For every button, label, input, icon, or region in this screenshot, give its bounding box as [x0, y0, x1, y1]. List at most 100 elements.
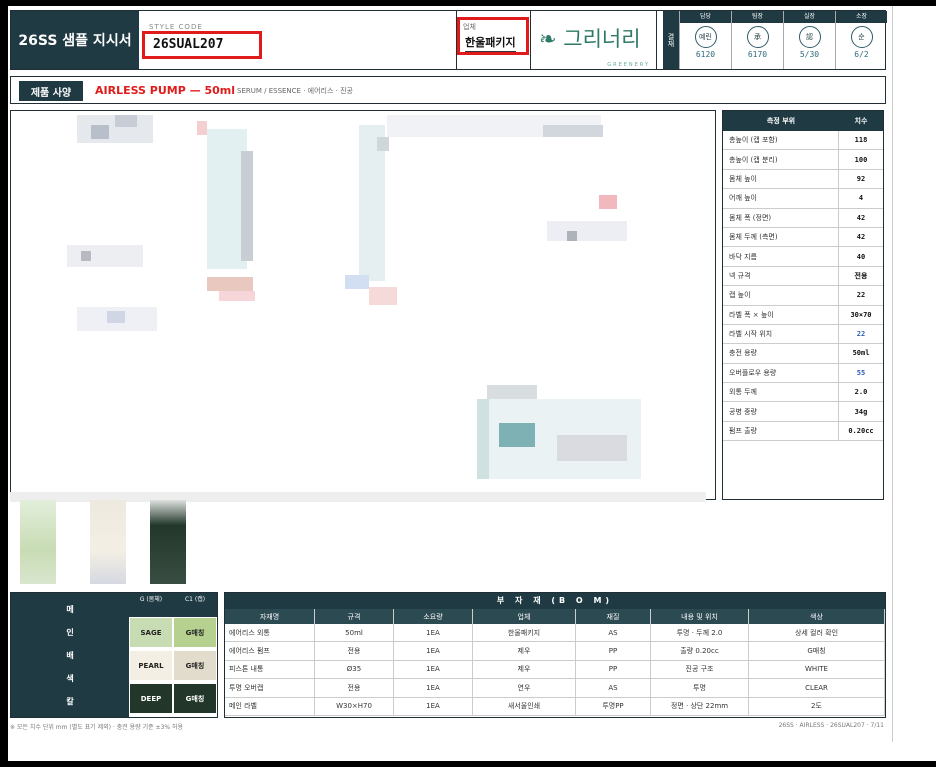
measurement-name: 총높이 (캡 분리) — [723, 150, 839, 169]
approval-date: 6170 — [747, 50, 768, 59]
measurement-name: 캡 높이 — [723, 286, 839, 305]
measurement-head-value: 치수 — [854, 117, 868, 125]
color-cell-g: PEARL — [129, 650, 173, 681]
measurement-row: 넥 규격 전용 — [723, 266, 883, 287]
bom-cell: 진공 구조 — [651, 660, 749, 679]
page-right-edge — [892, 6, 936, 761]
bom-cell: 1EA — [394, 624, 473, 642]
color-cell-c1: G매칭 — [173, 617, 217, 648]
measurement-row: 공병 중량 34g — [723, 402, 883, 422]
measurement-table: 측정 부위 치수 총높이 (캡 포함) 118 총높이 (캡 분리) 100 몸체 높이… — [722, 110, 884, 500]
bom-cell: 전용 — [315, 679, 394, 697]
deep-bottle-image — [150, 500, 186, 584]
approval-box: 결재 담당 예린 6120 팀장 承 6170 실장 認 5/30 소장 순 6… — [663, 11, 887, 69]
page-bottom-edge — [8, 742, 936, 761]
bom-cell: 제우 — [473, 660, 576, 679]
bom-cell: PP — [576, 642, 651, 660]
measurement-value: 42 — [856, 233, 866, 242]
measurement-row: 펌프 출량 0.20cc — [723, 421, 883, 442]
color-side-char: 메 — [66, 605, 74, 614]
measurement-value: 4 — [858, 194, 864, 203]
measurement-row: 충전 용량 50ml — [723, 344, 883, 364]
footer-page: 26SS · AIRLESS · 26SUAL207 · 7/11 — [778, 722, 884, 729]
bom-cell: 투명 · 두께 2.0 — [651, 624, 749, 642]
brand-subtitle: GREENERY — [607, 62, 650, 68]
measurement-row: 몸체 두께 (측면) 42 — [723, 227, 883, 248]
measurement-value: 22 — [856, 330, 866, 339]
bom-row: 투명 오버캡 전용 1EA 연우 AS 투명 CLEAR — [225, 679, 885, 698]
measurement-value: 100 — [854, 155, 868, 164]
bom-head-cell: 색상 — [749, 609, 885, 624]
bom-table: 부 자 재 (B O M) 자재명 규격 소요량 업체 재질 내용 및 위치 색… — [224, 592, 886, 718]
vendor-label: 업체 — [463, 23, 476, 31]
measurement-name: 어깨 높이 — [723, 189, 839, 208]
measurement-row: 바닥 지름 40 — [723, 247, 883, 267]
measurement-row: 오버플로우 용량 55 — [723, 363, 883, 384]
bom-cell: 1EA — [394, 642, 473, 660]
bom-rows: 에어리스 외통 50ml 1EA 한울패키지 AS 투명 · 두께 2.0 상세 컬러 확인… — [225, 624, 885, 716]
technical-drawing — [10, 110, 716, 500]
measurement-row: 라벨 시작 위치 22 — [723, 324, 883, 345]
bom-row: 에어리스 외통 50ml 1EA 한울패키지 AS 투명 · 두께 2.0 상세 컬러 확인 — [225, 624, 885, 643]
bom-head-cell: 자재명 — [225, 609, 315, 624]
approval-stamp: 認 — [798, 26, 821, 48]
style-code-value: 26SUAL207 — [153, 37, 224, 52]
bom-cell: Ø35 — [315, 660, 394, 679]
bom-cell: 에어리스 펌프 — [225, 642, 315, 660]
measurement-row: 몸체 폭 (정면) 42 — [723, 208, 883, 228]
measurement-value: 30×70 — [850, 310, 872, 319]
approval-date: 5/30 — [799, 50, 820, 59]
bom-cell: 새서울인쇄 — [473, 697, 576, 715]
measurement-row: 총높이 (캡 포함) 118 — [723, 131, 883, 151]
measurement-rows: 총높이 (캡 포함) 118 총높이 (캡 분리) 100 몸체 높이 92 어깨 높이 4 몸… — [723, 131, 883, 442]
bom-cell: 에어리스 외통 — [225, 624, 315, 642]
measurement-value: 118 — [854, 136, 868, 145]
color-side-char: 색 — [66, 674, 74, 683]
measurement-name: 몸체 폭 (정면) — [723, 208, 839, 227]
bom-cell: 메인 라벨 — [225, 697, 315, 715]
spec-sheet: 26SS 샘플 지시서 STYLE CODE 26SUAL207 업체 한울패키… — [8, 6, 892, 742]
approval-role: 실장 — [784, 11, 835, 23]
product-spec-bar: 제품 사양 AIRLESS PUMP — 50ml SERUM / ESSENC… — [10, 76, 886, 104]
approval-stamp: 순 — [850, 26, 873, 48]
bom-cell: 투명 — [651, 679, 749, 697]
bom-title: 부 자 재 (B O M) — [225, 593, 885, 609]
measurement-row: 몸체 높이 92 — [723, 169, 883, 190]
measurement-header: 측정 부위 치수 — [723, 111, 883, 131]
approval-col-staff: 담당 예린 6120 — [679, 11, 731, 69]
bom-cell: AS — [576, 679, 651, 697]
style-code-block: STYLE CODE 26SUAL207 — [139, 11, 457, 69]
bom-head-cell: 재질 — [576, 609, 651, 624]
measurement-row: 총높이 (캡 분리) 100 — [723, 150, 883, 170]
bom-head-cell: 내용 및 위치 — [651, 609, 749, 624]
vendor-block: 업체 한울패키지 — [457, 11, 531, 69]
color-side-char: 배 — [66, 651, 74, 660]
sheet-header: 26SS 샘플 지시서 STYLE CODE 26SUAL207 업체 한울패키… — [10, 10, 887, 70]
pearl-bottle-image — [90, 500, 126, 584]
approval-side-label: 결재 — [663, 11, 679, 69]
measurement-name: 공병 중량 — [723, 402, 839, 421]
bom-cell: 피스톤 내통 — [225, 660, 315, 679]
measurement-value: 42 — [856, 213, 866, 222]
product-spec-tag: 제품 사양 — [19, 81, 83, 101]
measurement-name: 바닥 지름 — [723, 247, 839, 266]
bom-cell: 2도 — [749, 697, 885, 715]
bom-header: 자재명 규격 소요량 업체 재질 내용 및 위치 색상 — [225, 609, 885, 624]
bom-cell: W30×H70 — [315, 697, 394, 715]
bom-cell: 1EA — [394, 679, 473, 697]
bom-head-cell: 소요량 — [394, 609, 473, 624]
measurement-name: 충전 용량 — [723, 344, 839, 363]
measurement-name: 몸체 두께 (측면) — [723, 227, 839, 247]
bom-cell: 정면 · 상단 22mm — [651, 697, 749, 715]
approval-role: 담당 — [680, 11, 731, 23]
color-side-label: 메 인 배 색 칼 라 — [11, 605, 129, 729]
approval-date: 6120 — [695, 50, 716, 59]
bom-cell: 제우 — [473, 642, 576, 660]
measurement-row: 어깨 높이 4 — [723, 189, 883, 209]
color-cell-g: SAGE — [129, 617, 173, 648]
bom-cell: 50ml — [315, 624, 394, 642]
bom-head-cell: 업체 — [473, 609, 576, 624]
approval-role: 소장 — [836, 11, 887, 23]
bom-cell: CLEAR — [749, 679, 885, 697]
product-spec-main: AIRLESS PUMP — 50ml — [95, 84, 235, 97]
